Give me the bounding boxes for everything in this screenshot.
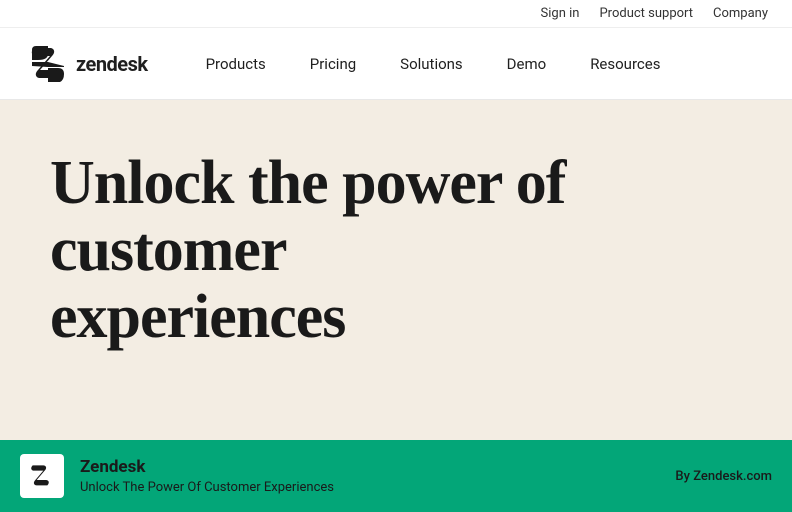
logo-text: zendesk bbox=[76, 52, 148, 76]
hero-title: Unlock the power of customer experiences bbox=[50, 150, 570, 351]
utility-bar: Sign in Product support Company bbox=[0, 0, 792, 28]
hero-section: Unlock the power of customer experiences bbox=[0, 100, 792, 440]
bottom-logo-container bbox=[20, 454, 64, 498]
nav-solutions[interactable]: Solutions bbox=[382, 47, 481, 81]
zendesk-logo-icon bbox=[24, 40, 72, 88]
bottom-bar: Zendesk Unlock The Power Of Customer Exp… bbox=[0, 440, 792, 512]
nav-demo[interactable]: Demo bbox=[489, 47, 565, 81]
bottom-domain: By Zendesk.com bbox=[675, 469, 772, 484]
nav-pricing[interactable]: Pricing bbox=[292, 47, 374, 81]
bottom-text-area: Zendesk Unlock The Power Of Customer Exp… bbox=[80, 457, 659, 494]
bottom-zendesk-logo-icon bbox=[26, 460, 58, 492]
main-nav: zendesk Products Pricing Solutions Demo … bbox=[0, 28, 792, 100]
bottom-tagline: Unlock The Power Of Customer Experiences bbox=[80, 480, 659, 495]
logo-link[interactable]: zendesk bbox=[24, 40, 148, 88]
nav-resources[interactable]: Resources bbox=[572, 47, 678, 81]
bottom-site-name: Zendesk bbox=[80, 457, 659, 477]
nav-products[interactable]: Products bbox=[188, 47, 284, 81]
nav-links: Products Pricing Solutions Demo Resource… bbox=[188, 47, 768, 81]
sign-in-link[interactable]: Sign in bbox=[541, 6, 580, 21]
product-support-link[interactable]: Product support bbox=[599, 6, 693, 21]
company-link[interactable]: Company bbox=[713, 6, 768, 21]
